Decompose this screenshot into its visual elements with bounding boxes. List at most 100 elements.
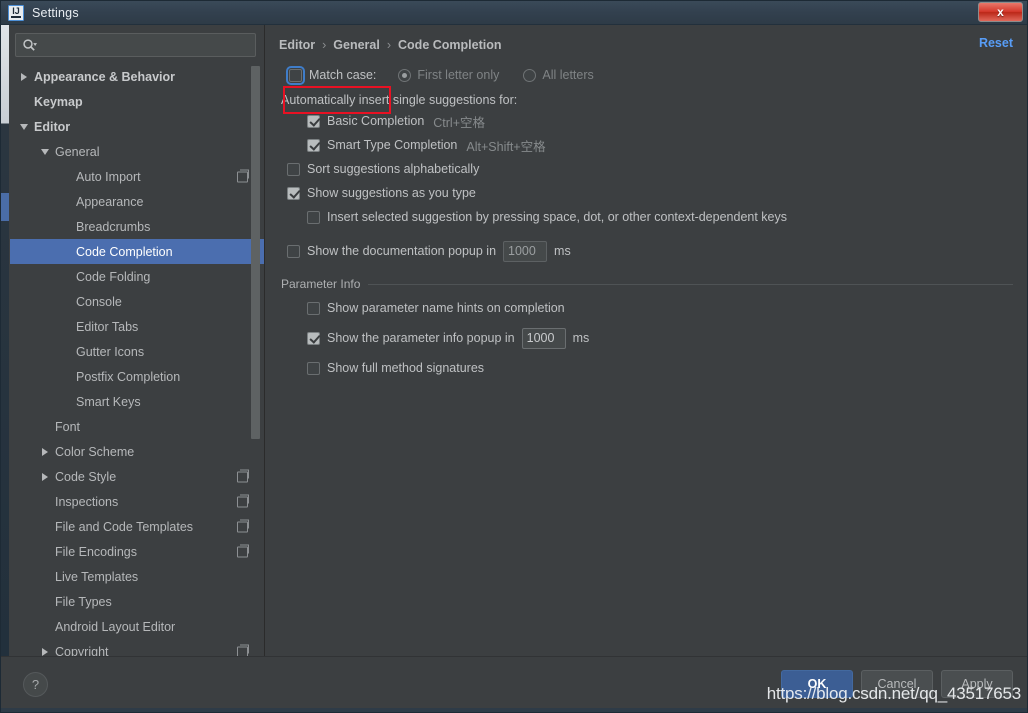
sidebar-item-label: Editor Tabs bbox=[76, 319, 139, 334]
sidebar-item-label: Breadcrumbs bbox=[76, 219, 151, 234]
sidebar-item-label: Code Folding bbox=[76, 269, 151, 284]
copy-settings-icon[interactable] bbox=[237, 544, 249, 557]
parameter-info-group-header: Parameter Info bbox=[279, 277, 1013, 291]
sidebar-item-console[interactable]: Console bbox=[10, 289, 264, 314]
chevron-right-icon[interactable] bbox=[39, 470, 52, 483]
sidebar-item-smart-keys[interactable]: Smart Keys bbox=[10, 389, 264, 414]
full-method-signatures-checkbox[interactable] bbox=[307, 361, 320, 375]
all-letters-radio[interactable] bbox=[523, 68, 537, 82]
parameter-name-hints-label: Show parameter name hints on completion bbox=[327, 301, 565, 315]
sort-suggestions-label: Sort suggestions alphabetically bbox=[307, 162, 480, 176]
sidebar-item-breadcrumbs[interactable]: Breadcrumbs bbox=[10, 214, 264, 239]
sidebar-item-general[interactable]: General bbox=[10, 139, 264, 164]
sidebar-item-label: Font bbox=[55, 419, 81, 434]
parameter-name-hints-checkbox[interactable] bbox=[307, 301, 320, 315]
parameter-info-popup-row: Show the parameter info popup in ms bbox=[279, 326, 1013, 350]
documentation-popup-row: Show the documentation popup in ms bbox=[279, 239, 1013, 263]
close-button[interactable]: x bbox=[978, 2, 1023, 22]
sidebar-item-gutter-icons[interactable]: Gutter Icons bbox=[10, 339, 264, 364]
breadcrumb-separator: › bbox=[322, 38, 327, 52]
insert-selected-suggestion-checkbox[interactable] bbox=[307, 210, 320, 224]
help-button[interactable]: ? bbox=[23, 672, 48, 697]
breadcrumb-item-0[interactable]: Editor bbox=[279, 38, 315, 52]
documentation-popup-checkbox[interactable] bbox=[287, 244, 300, 258]
parameter-info-popup-label: Show the parameter info popup in bbox=[327, 331, 515, 345]
sidebar-item-appearance-behavior[interactable]: Appearance & Behavior bbox=[10, 64, 264, 89]
sidebar-item-file-and-code-templates[interactable]: File and Code Templates bbox=[10, 514, 264, 539]
copy-settings-icon[interactable] bbox=[237, 519, 249, 532]
copy-settings-icon[interactable] bbox=[237, 169, 249, 182]
sidebar-item-editor[interactable]: Editor bbox=[10, 114, 264, 139]
sidebar-item-code-folding[interactable]: Code Folding bbox=[10, 264, 264, 289]
chevron-right-icon[interactable] bbox=[18, 70, 31, 83]
sort-suggestions-checkbox[interactable] bbox=[287, 162, 300, 176]
sidebar-item-color-scheme[interactable]: Color Scheme bbox=[10, 439, 264, 464]
first-letter-only-radio[interactable] bbox=[398, 68, 412, 82]
settings-tree: Appearance & Behavior Keymap Editor General… bbox=[10, 62, 264, 656]
smart-type-completion-checkbox[interactable] bbox=[307, 138, 320, 152]
sidebar-item-label: Code Completion bbox=[76, 244, 173, 259]
sidebar-item-file-types[interactable]: File Types bbox=[10, 589, 264, 614]
ok-button[interactable]: OK bbox=[781, 670, 853, 698]
search-input[interactable] bbox=[40, 38, 249, 52]
search-box[interactable] bbox=[15, 33, 256, 57]
match-case-checkbox[interactable] bbox=[286, 65, 305, 85]
sidebar-scrollbar-thumb[interactable] bbox=[251, 66, 260, 439]
sidebar-item-copyright[interactable]: Copyright bbox=[10, 639, 264, 656]
breadcrumb-item-1[interactable]: General bbox=[333, 38, 380, 52]
chevron-down-icon[interactable] bbox=[39, 145, 52, 158]
sidebar-item-label: Code Style bbox=[55, 469, 117, 484]
settings-tree-scroll: Appearance & Behavior Keymap Editor General… bbox=[10, 62, 264, 656]
cancel-button[interactable]: Cancel bbox=[861, 670, 933, 698]
sidebar-item-editor-tabs[interactable]: Editor Tabs bbox=[10, 314, 264, 339]
parameter-info-popup-checkbox[interactable] bbox=[307, 331, 320, 345]
match-case-row: Match case: First letter only All letter… bbox=[279, 61, 1013, 114]
settings-sidebar: Appearance & Behavior Keymap Editor General… bbox=[1, 25, 265, 656]
window-left-edge bbox=[1, 25, 9, 656]
documentation-popup-delay-input[interactable] bbox=[503, 240, 548, 262]
window-bottom-edge bbox=[1, 708, 1027, 712]
sidebar-item-font[interactable]: Font bbox=[10, 414, 264, 439]
sidebar-item-label: Copyright bbox=[55, 644, 109, 657]
chevron-right-icon[interactable] bbox=[39, 645, 52, 656]
copy-settings-icon[interactable] bbox=[237, 469, 249, 482]
sidebar-item-label: Smart Keys bbox=[76, 394, 141, 409]
sidebar-item-live-templates[interactable]: Live Templates bbox=[10, 564, 264, 589]
chevron-right-icon[interactable] bbox=[39, 445, 52, 458]
show-suggestions-label: Show suggestions as you type bbox=[307, 186, 476, 200]
insert-selected-suggestion-row: Insert selected suggestion by pressing s… bbox=[279, 205, 1013, 229]
basic-completion-checkbox[interactable] bbox=[307, 114, 320, 128]
reset-link[interactable]: Reset bbox=[979, 36, 1013, 50]
sidebar-item-keymap[interactable]: Keymap bbox=[10, 89, 264, 114]
sidebar-item-appearance[interactable]: Appearance bbox=[10, 189, 264, 214]
sidebar-item-inspections[interactable]: Inspections bbox=[10, 489, 264, 514]
parameter-info-popup-delay-input[interactable] bbox=[521, 327, 566, 349]
sidebar-item-android-layout-editor[interactable]: Android Layout Editor bbox=[10, 614, 264, 639]
all-letters-label: All letters bbox=[542, 68, 594, 82]
copy-settings-icon[interactable] bbox=[237, 494, 249, 507]
parameter-info-popup-unit: ms bbox=[572, 331, 590, 345]
sidebar-item-auto-import[interactable]: Auto Import bbox=[10, 164, 264, 189]
apply-button[interactable]: Apply bbox=[941, 670, 1013, 698]
window-edge-accent bbox=[1, 193, 9, 221]
sidebar-item-code-completion[interactable]: Code Completion bbox=[10, 239, 264, 264]
copy-settings-icon[interactable] bbox=[237, 644, 249, 656]
sidebar-item-code-style[interactable]: Code Style bbox=[10, 464, 264, 489]
sidebar-item-label: Console bbox=[76, 294, 122, 309]
chevron-down-icon[interactable] bbox=[18, 120, 31, 133]
parameter-name-hints-row: Show parameter name hints on completion bbox=[279, 296, 1013, 320]
show-suggestions-checkbox[interactable] bbox=[287, 186, 300, 200]
sidebar-item-file-encodings[interactable]: File Encodings bbox=[10, 539, 264, 564]
breadcrumb-item-2: Code Completion bbox=[398, 38, 502, 52]
sidebar-scrollbar-track[interactable] bbox=[251, 62, 262, 656]
sidebar-item-postfix-completion[interactable]: Postfix Completion bbox=[10, 364, 264, 389]
sidebar-item-label: General bbox=[55, 144, 100, 159]
